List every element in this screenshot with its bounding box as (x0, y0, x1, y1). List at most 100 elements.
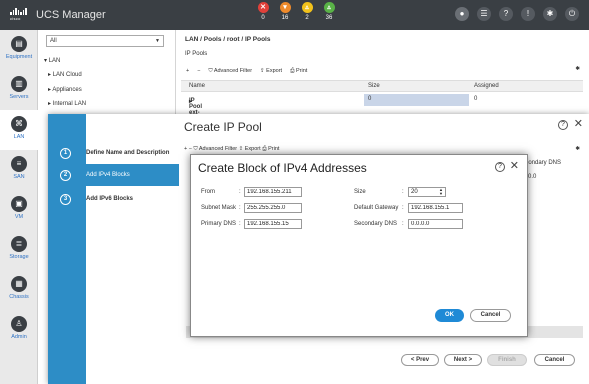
print-icon: ⎙ (290, 67, 295, 74)
wizard-title: Create IP Pool (184, 120, 262, 134)
critical-fault-counter[interactable]: ✕ 0 (255, 2, 271, 21)
remove-button[interactable]: − (189, 146, 192, 152)
status-icon[interactable]: ● (455, 7, 469, 21)
servers-icon: ▥ (11, 76, 27, 92)
primary-dns-label: Primary DNS (201, 221, 237, 227)
section-title: IP Pools (185, 51, 208, 57)
nav-item-storage[interactable]: ≣ Storage (0, 230, 38, 270)
nav-item-lan[interactable]: ⌘ LAN (0, 110, 38, 150)
stepper-arrows-icon[interactable]: ▲ ▼ (439, 188, 443, 196)
warning-fault-icon: ▵ (323, 2, 335, 13)
tree-item-lan[interactable]: ▾ LAN (44, 57, 60, 64)
tree-item-appliances[interactable]: ▸ Appliances (48, 86, 82, 93)
nav-item-vm[interactable]: ▣ VM (0, 190, 38, 230)
print-button[interactable]: ⎙ Print (290, 68, 307, 75)
major-fault-icon: ▾ (279, 2, 291, 13)
filter-icon: ⛉ (208, 67, 213, 74)
close-icon[interactable]: ✕ (574, 117, 583, 130)
table-toolbar: + − ⛉ Advanced Filter ⇪ Export ⎙ Print ✱ (181, 65, 583, 77)
nav-item-admin[interactable]: ♙ Admin (0, 310, 38, 350)
top-bar: cisco UCS Manager ✕ 0 ▾ 16 ▵ 2 ▵ 36 ● ☰ … (0, 0, 589, 30)
header-icons: ● ☰ ? ! ✱ ⏻ (455, 7, 579, 21)
default-gateway-label: Default Gateway (354, 205, 399, 211)
minor-fault-icon: ▵ (301, 2, 313, 13)
cancel-button[interactable]: Cancel (534, 354, 575, 366)
add-button[interactable]: + (186, 68, 189, 74)
wizard-step-2[interactable]: 2 Add IPv4 Blocks (48, 164, 179, 186)
admin-icon: ♙ (11, 316, 27, 332)
export-button[interactable]: ⇪ Export (260, 68, 282, 74)
nav-item-chassis[interactable]: ▦ Chassis (0, 270, 38, 310)
advanced-filter-button[interactable]: ⛉ Advanced Filter (208, 68, 252, 75)
tree-item-internal-lan[interactable]: ▸ Internal LAN (48, 100, 86, 107)
list-icon[interactable]: ☰ (477, 7, 491, 21)
export-icon: ⇪ (238, 146, 244, 152)
caret-right-icon: ▸ (48, 101, 52, 107)
gear-icon[interactable]: ✱ (543, 7, 557, 21)
finish-button: Finish (487, 354, 527, 366)
app-title: UCS Manager (36, 9, 106, 21)
add-button[interactable]: + (184, 146, 187, 152)
cisco-logo: cisco (10, 8, 28, 21)
advanced-filter-button[interactable]: ⛉ Advanced Filter (194, 146, 238, 152)
major-fault-counter[interactable]: ▾ 16 (277, 2, 293, 21)
tree-item-lan-cloud[interactable]: ▸ LAN Cloud (48, 71, 82, 78)
from-label: From (201, 189, 215, 195)
default-gateway-field[interactable] (408, 203, 463, 213)
help-icon[interactable]: ? (495, 162, 505, 172)
size-stepper[interactable]: 20 ▲ ▼ (408, 187, 446, 197)
print-icon: ⎙ (262, 146, 267, 152)
caret-right-icon: ▸ (48, 87, 52, 93)
column-header-assigned[interactable]: Assigned (474, 83, 499, 89)
secondary-dns-field[interactable] (408, 219, 463, 229)
caret-down-icon: ▾ (44, 58, 48, 64)
column-header-size[interactable]: Size (368, 83, 380, 89)
wizard-step-3[interactable]: 3 Add IPv6 Blocks (48, 188, 179, 210)
tree-filter-select[interactable]: All ▼ (46, 35, 164, 47)
minor-fault-counter[interactable]: ▵ 2 (299, 2, 315, 21)
subnet-mask-field[interactable] (244, 203, 302, 213)
wizard-steps: 1 Define Name and Description 2 Add IPv4… (48, 114, 179, 384)
remove-button[interactable]: − (197, 68, 200, 74)
warning-fault-counter[interactable]: ▵ 36 (321, 2, 337, 21)
gear-icon[interactable]: ✱ (575, 146, 580, 152)
create-ipv4-block-dialog: Create Block of IPv4 Addresses ? ✕ From … (190, 154, 528, 337)
close-icon[interactable]: ✕ (510, 159, 519, 172)
info-icon[interactable]: ! (521, 7, 535, 21)
nav-item-equipment[interactable]: ▤ Equipment (0, 30, 38, 70)
power-icon[interactable]: ⏻ (565, 7, 579, 21)
column-header-name[interactable]: Name (189, 83, 205, 89)
fault-summary: ✕ 0 ▾ 16 ▵ 2 ▵ 36 (255, 2, 337, 21)
left-nav: ▤ Equipment ▥ Servers ⌘ LAN ≡ SAN ▣ VM ≣… (0, 30, 38, 384)
gear-icon[interactable]: ✱ (575, 66, 580, 72)
chevron-down-icon: ▼ (155, 38, 160, 44)
secondary-dns-label: Secondary DNS (354, 221, 398, 227)
cancel-button[interactable]: Cancel (470, 309, 511, 322)
print-button[interactable]: ⎙ Print (262, 146, 279, 152)
nav-item-san[interactable]: ≡ SAN (0, 150, 38, 190)
from-field[interactable] (244, 187, 302, 197)
nav-item-servers[interactable]: ▥ Servers (0, 70, 38, 110)
vm-icon: ▣ (11, 196, 27, 212)
breadcrumb[interactable]: LAN / Pools / root / IP Pools (185, 36, 270, 43)
help-icon[interactable]: ? (499, 7, 513, 21)
equipment-icon: ▤ (11, 36, 27, 52)
prev-button[interactable]: < Prev (401, 354, 439, 366)
lan-icon: ⌘ (11, 116, 27, 132)
export-icon: ⇪ (260, 68, 265, 74)
primary-dns-field[interactable] (244, 219, 302, 229)
ok-button[interactable]: OK (435, 309, 464, 322)
critical-fault-icon: ✕ (257, 2, 269, 13)
export-button[interactable]: ⇪ Export (239, 146, 261, 152)
dialog-title: Create Block of IPv4 Addresses (198, 161, 367, 175)
table-header: Name Size Assigned (181, 80, 583, 92)
filter-icon: ⛉ (193, 146, 198, 152)
storage-icon: ≣ (11, 236, 27, 252)
subnet-mask-label: Subnet Mask (201, 205, 237, 211)
help-icon[interactable]: ? (558, 120, 568, 130)
table-row[interactable]: ▸ IP Pool ext-mgmt 0 0 (181, 94, 583, 122)
row-highlight (364, 94, 469, 106)
san-icon: ≡ (11, 156, 27, 172)
wizard-step-1[interactable]: 1 Define Name and Description (48, 142, 179, 164)
next-button[interactable]: Next > (444, 354, 482, 366)
